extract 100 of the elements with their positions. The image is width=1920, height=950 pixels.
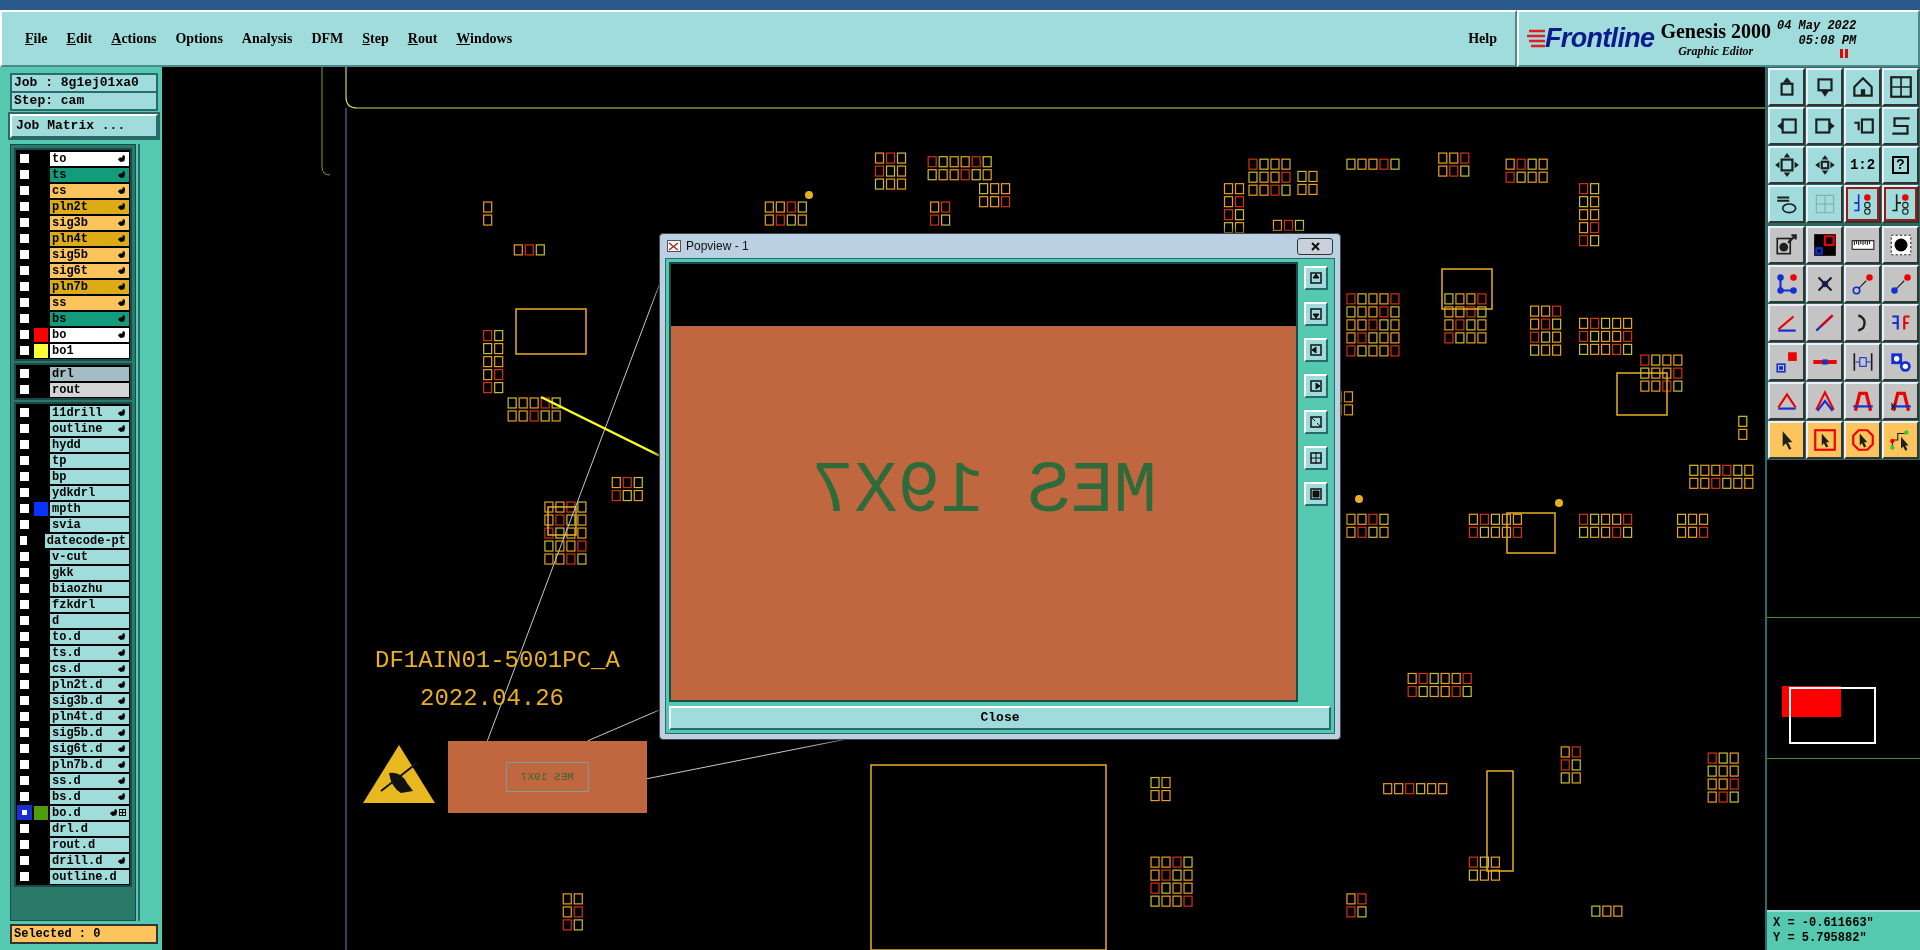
toolbar-button[interactable]	[1768, 68, 1805, 106]
layer-checkbox[interactable]	[17, 501, 32, 516]
layer-checkbox[interactable]	[17, 709, 32, 724]
toolbar-button[interactable]	[1768, 304, 1805, 342]
layer-checkbox[interactable]	[17, 295, 32, 310]
layer-button[interactable]: outline	[50, 421, 129, 436]
menu-item[interactable]: DFM	[311, 28, 344, 49]
toolbar-button[interactable]	[1844, 382, 1881, 420]
layer-button[interactable]: 11drill	[50, 405, 129, 420]
toolbar-button[interactable]	[1882, 185, 1919, 223]
menu-item[interactable]: Help	[1468, 28, 1497, 49]
layer-button[interactable]: sig6t.d	[50, 741, 129, 756]
layer-checkbox[interactable]	[17, 183, 32, 198]
layer-checkbox[interactable]	[17, 853, 32, 868]
layer-checkbox[interactable]	[17, 741, 32, 756]
popup-tool-button[interactable]	[1304, 446, 1328, 470]
layer-button[interactable]: pln7b	[50, 279, 129, 294]
layer-button[interactable]: mpth	[50, 501, 129, 516]
layer-checkbox[interactable]	[17, 613, 32, 628]
toolbar-button[interactable]	[1806, 421, 1843, 459]
layer-checkbox[interactable]	[17, 837, 32, 852]
toolbar-button[interactable]	[1768, 146, 1805, 184]
layer-button[interactable]: outline.d	[50, 869, 129, 884]
layer-button[interactable]: v-cut	[50, 549, 129, 564]
toolbar-button[interactable]	[1768, 226, 1805, 264]
toolbar-button[interactable]: 1:2	[1844, 146, 1881, 184]
close-button[interactable]: Close	[669, 706, 1331, 730]
layer-checkbox[interactable]	[17, 382, 32, 397]
toolbar-button[interactable]	[1768, 343, 1805, 381]
popup-tool-button[interactable]	[1304, 374, 1328, 398]
menu-item[interactable]: Step	[362, 28, 389, 49]
toolbar-button[interactable]: ?	[1882, 146, 1919, 184]
toolbar-button[interactable]	[1806, 226, 1843, 264]
layer-checkbox[interactable]	[17, 485, 32, 500]
layer-button[interactable]: gkk	[50, 565, 129, 580]
layer-checkbox[interactable]	[17, 581, 32, 596]
layer-checkbox[interactable]	[17, 773, 32, 788]
layer-button[interactable]: ss.d	[50, 773, 129, 788]
layer-checkbox[interactable]	[17, 725, 32, 740]
layer-checkbox[interactable]	[17, 263, 32, 278]
layer-button[interactable]: bs	[50, 311, 129, 326]
layer-checkbox[interactable]	[17, 661, 32, 676]
menu-item[interactable]: Actions	[111, 28, 157, 49]
layer-button[interactable]: bo.d	[50, 805, 129, 820]
layer-button[interactable]: drill.d	[50, 853, 129, 868]
toolbar-button[interactable]	[1806, 304, 1843, 342]
layer-checkbox[interactable]	[17, 469, 32, 484]
layer-button[interactable]: pln4t.d	[50, 709, 129, 724]
layer-button[interactable]: sig6t	[50, 263, 129, 278]
layer-checkbox[interactable]	[17, 247, 32, 262]
layer-checkbox[interactable]	[17, 151, 32, 166]
layer-checkbox[interactable]	[17, 327, 32, 342]
toolbar-button[interactable]	[1882, 226, 1919, 264]
layer-checkbox[interactable]	[17, 821, 32, 836]
layer-checkbox[interactable]	[17, 517, 32, 532]
menu-item[interactable]: Analysis	[241, 28, 293, 49]
layer-checkbox[interactable]	[17, 231, 32, 246]
layer-checkbox[interactable]	[17, 677, 32, 692]
layer-checkbox[interactable]	[17, 757, 32, 772]
layer-button[interactable]: ts	[50, 167, 129, 182]
layer-button[interactable]: rout.d	[50, 837, 129, 852]
layer-button[interactable]: bo1	[50, 343, 129, 358]
layer-checkbox[interactable]	[17, 199, 32, 214]
popup-tool-button[interactable]	[1304, 482, 1328, 506]
toolbar-button[interactable]	[1844, 343, 1881, 381]
layer-checkbox[interactable]	[17, 645, 32, 660]
layer-checkbox[interactable]	[17, 167, 32, 182]
layer-checkbox[interactable]	[17, 789, 32, 804]
layer-button[interactable]: bs.d	[50, 789, 129, 804]
close-button[interactable]	[1297, 237, 1333, 255]
layer-checkbox[interactable]	[17, 565, 32, 580]
layer-button[interactable]: pln7b.d	[50, 757, 129, 772]
layer-button[interactable]: ydkdrl	[50, 485, 129, 500]
toolbar-button[interactable]	[1882, 382, 1919, 420]
menu-item[interactable]: Windows	[456, 28, 513, 49]
layer-button[interactable]: bp	[50, 469, 129, 484]
toolbar-button[interactable]	[1882, 421, 1919, 459]
toolbar-button[interactable]	[1806, 68, 1843, 106]
layer-button[interactable]: datecode-pt	[44, 533, 129, 548]
toolbar-button[interactable]	[1806, 382, 1843, 420]
toolbar-button[interactable]	[1768, 421, 1805, 459]
layer-checkbox[interactable]	[17, 279, 32, 294]
layer-button[interactable]: ts.d	[50, 645, 129, 660]
toolbar-button[interactable]	[1768, 382, 1805, 420]
layer-checkbox[interactable]	[17, 549, 32, 564]
toolbar-button[interactable]	[1768, 107, 1805, 145]
layer-checkbox[interactable]	[17, 437, 32, 452]
popup-tool-button[interactable]	[1304, 302, 1328, 326]
layer-checkbox[interactable]	[17, 533, 30, 548]
layer-button[interactable]: rout	[50, 382, 129, 397]
layer-button[interactable]: d	[50, 613, 129, 628]
layer-checkbox[interactable]	[17, 629, 32, 644]
layer-checkbox[interactable]	[17, 405, 32, 420]
layer-checkbox[interactable]	[17, 693, 32, 708]
popup-tool-button[interactable]	[1304, 338, 1328, 362]
layer-button[interactable]: ss	[50, 295, 129, 310]
toolbar-button[interactable]	[1806, 343, 1843, 381]
layer-button[interactable]: cs	[50, 183, 129, 198]
toolbar-button[interactable]	[1844, 226, 1881, 264]
menu-item[interactable]: Options	[175, 28, 223, 49]
